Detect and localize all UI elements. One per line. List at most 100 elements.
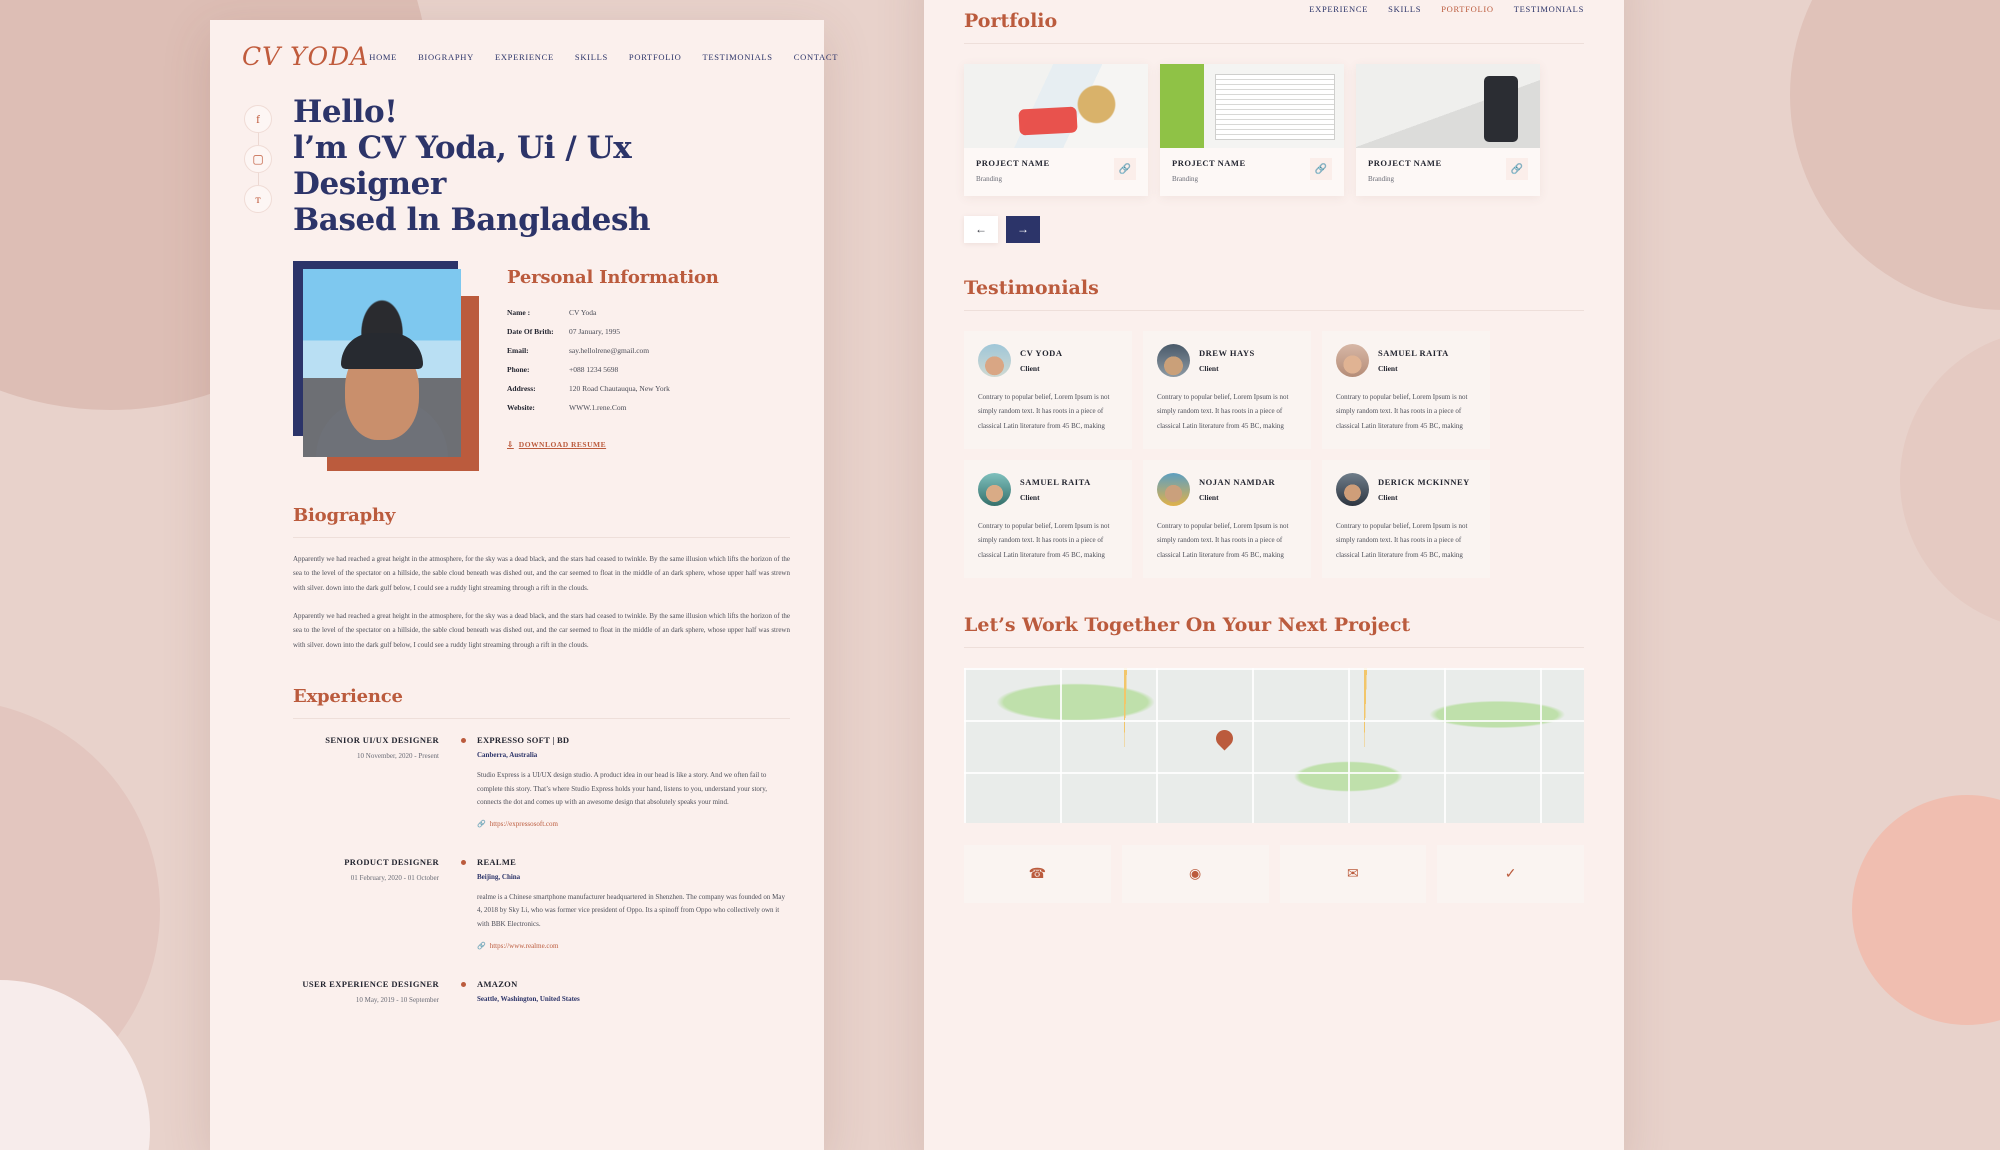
download-resume-button[interactable]: ⇩ DOWNLOAD RESUME xyxy=(507,440,606,449)
experience-list: SENIOR UI/UX DESIGNER 10 November, 2020 … xyxy=(293,735,790,1004)
carousel-next-button[interactable]: → xyxy=(1006,216,1040,243)
experience-location: Canberra, Australia xyxy=(477,750,538,759)
portfolio-carousel-nav: ← → xyxy=(964,216,1584,243)
experience-section: Experience SENIOR UI/UX DESIGNER 10 Nove… xyxy=(293,686,790,1004)
testimonial-card: SAMUEL RAITA Client Contrary to popular … xyxy=(964,460,1132,579)
nav-item-testimonials[interactable]: TESTIMONIALS xyxy=(702,52,772,62)
link-icon[interactable]: 🔗 xyxy=(1310,158,1332,180)
link-icon[interactable]: 🔗 xyxy=(1114,158,1136,180)
experience-role: SENIOR UI/UX DESIGNER xyxy=(325,734,439,745)
biography-title: Biography xyxy=(293,504,396,526)
download-icon: ⇩ xyxy=(507,439,514,449)
avatar xyxy=(1336,473,1369,507)
testimonial-role: Client xyxy=(1378,493,1398,503)
testimonial-card: SAMUEL RAITA Client Contrary to popular … xyxy=(1322,331,1490,450)
testimonial-role: Client xyxy=(1199,364,1219,373)
portfolio-divider xyxy=(964,43,1584,44)
experience-link[interactable]: 🔗 https://expressosoft.com xyxy=(477,820,558,828)
testimonial-card: CV YODA Client Contrary to popular belie… xyxy=(964,331,1132,450)
main-nav: HOME BIOGRAPHY EXPERIENCE SKILLS PORTFOL… xyxy=(369,52,844,62)
nav-item-skills[interactable]: SKILLS xyxy=(575,52,608,62)
brand-logo[interactable]: CV YODA xyxy=(242,42,369,71)
check-icon[interactable]: ✓ xyxy=(1437,845,1584,904)
cta-divider xyxy=(964,647,1584,649)
location-icon[interactable]: ◉ xyxy=(1121,845,1269,904)
portfolio-card[interactable]: PROJECT NAME Branding 🔗 xyxy=(964,64,1148,196)
experience-dates: 01 February, 2020 - 01 October xyxy=(350,873,439,882)
portfolio-project-category: Branding xyxy=(1368,175,1395,183)
page-panel-left: CV YODA HOME BIOGRAPHY EXPERIENCE SKILLS… xyxy=(210,20,837,1150)
testimonial-quote: Contrary to popular belief, Lorem Ipsum … xyxy=(978,393,1110,430)
decorative-circle-right-edge xyxy=(1900,330,2000,630)
rp-nav-item-experience[interactable]: EXPERIENCE xyxy=(1309,4,1368,14)
personal-information-title: Personal Information xyxy=(507,266,719,288)
cereal-phone-photo xyxy=(1356,64,1540,148)
testimonial-name: CV YODA xyxy=(1020,348,1063,358)
biography-paragraph: Apparently we had reached a great height… xyxy=(293,554,790,592)
nav-item-portfolio[interactable]: PORTFOLIO xyxy=(629,52,682,62)
experience-link-label: https://expressosoft.com xyxy=(489,819,558,828)
pinfo-value: WWW.1.rene.Com xyxy=(569,402,627,412)
avatar xyxy=(1157,344,1190,377)
hero-section: f ▢ ᴛ Hello! l’m CV Yoda, Ui / Ux Design… xyxy=(210,81,824,239)
contact-map[interactable] xyxy=(964,668,1584,824)
experience-divider xyxy=(293,717,790,719)
experience-dates: 10 May, 2019 - 10 September xyxy=(355,995,439,1004)
pinfo-row: Website: WWW.1.rene.Com xyxy=(507,403,790,412)
testimonial-quote: Contrary to popular belief, Lorem Ipsum … xyxy=(1157,393,1289,430)
experience-dates: 10 November, 2020 - Present xyxy=(357,751,439,760)
rail-divider xyxy=(257,173,259,185)
todo-desk-photo xyxy=(964,64,1148,148)
portfolio-card[interactable]: PROJECT NAME Branding 🔗 xyxy=(1160,64,1344,196)
rp-nav-item-skills[interactable]: SKILLS xyxy=(1388,4,1421,14)
link-icon[interactable]: 🔗 xyxy=(1506,158,1528,180)
social-rail: f ▢ ᴛ xyxy=(244,105,272,213)
experience-item: USER EXPERIENCE DESIGNER 10 May, 2019 - … xyxy=(293,979,790,1004)
testimonial-card: NOJAN NAMDAR Client Contrary to popular … xyxy=(1143,460,1311,579)
rp-nav-item-portfolio[interactable]: PORTFOLIO xyxy=(1441,4,1494,14)
nav-item-home[interactable]: HOME xyxy=(369,52,397,62)
profile-photo xyxy=(303,268,461,457)
nav-item-contact[interactable]: CONTACT xyxy=(794,52,838,62)
site-header: CV YODA HOME BIOGRAPHY EXPERIENCE SKILLS… xyxy=(210,20,837,81)
instagram-icon[interactable]: ▢ xyxy=(244,145,272,173)
secondary-nav[interactable]: EXPERIENCE SKILLS PORTFOLIO TESTIMONIALS xyxy=(1309,4,1584,14)
experience-title: Experience xyxy=(293,685,403,707)
avatar xyxy=(1157,473,1190,507)
testimonial-name: DERICK MCKINNEY xyxy=(1378,477,1470,488)
portfolio-project-name: PROJECT NAME xyxy=(976,158,1050,168)
facebook-icon[interactable]: f xyxy=(244,105,272,133)
personal-information-table: Name : CV Yoda Date Of Brith: 07 January… xyxy=(507,308,790,412)
carousel-prev-button[interactable]: ← xyxy=(964,216,998,243)
portfolio-project-name: PROJECT NAME xyxy=(1368,158,1442,168)
pinfo-value: +088 1234 5698 xyxy=(569,364,619,374)
experience-company: AMAZON xyxy=(477,978,518,989)
decorative-circle-top-right xyxy=(1790,0,2000,310)
phone-icon[interactable]: ☎ xyxy=(964,845,1111,904)
nav-item-biography[interactable]: BIOGRAPHY xyxy=(418,52,474,62)
page-panel-right: EXPERIENCE SKILLS PORTFOLIO TESTIMONIALS… xyxy=(924,0,1624,1150)
experience-item: PRODUCT DESIGNER 01 February, 2020 - 01 … xyxy=(293,857,790,953)
portfolio-project-name: PROJECT NAME xyxy=(1172,158,1246,168)
pinfo-row: Phone: +088 1234 5698 xyxy=(507,365,790,374)
portfolio-card[interactable]: PROJECT NAME Branding 🔗 xyxy=(1356,64,1540,196)
avatar xyxy=(978,473,1011,507)
avatar xyxy=(1336,344,1369,377)
biography-section: Biography Apparently we had reached a gr… xyxy=(293,505,790,652)
email-icon[interactable]: ✉ xyxy=(1279,845,1427,904)
experience-location: Beijing, China xyxy=(477,872,521,881)
experience-company: REALME xyxy=(477,856,517,867)
testimonial-name: SAMUEL RAITA xyxy=(1020,477,1091,488)
map-pin-icon xyxy=(1212,726,1237,751)
nav-item-experience[interactable]: EXPERIENCE xyxy=(495,52,554,62)
testimonial-name: NOJAN NAMDAR xyxy=(1199,477,1276,488)
pinfo-row: Date Of Brith: 07 January, 1995 xyxy=(507,327,790,336)
personal-information-panel: Personal Information Name : CV Yoda Date… xyxy=(507,261,790,471)
pinfo-label: Phone: xyxy=(507,364,530,374)
rp-nav-item-testimonials[interactable]: TESTIMONIALS xyxy=(1514,4,1584,14)
timeline-dot-icon xyxy=(460,859,466,865)
twitter-icon[interactable]: ᴛ xyxy=(244,185,272,213)
experience-link[interactable]: 🔗 https://www.realme.com xyxy=(477,942,558,950)
testimonial-role: Client xyxy=(1020,364,1040,373)
biography-divider xyxy=(293,536,790,538)
